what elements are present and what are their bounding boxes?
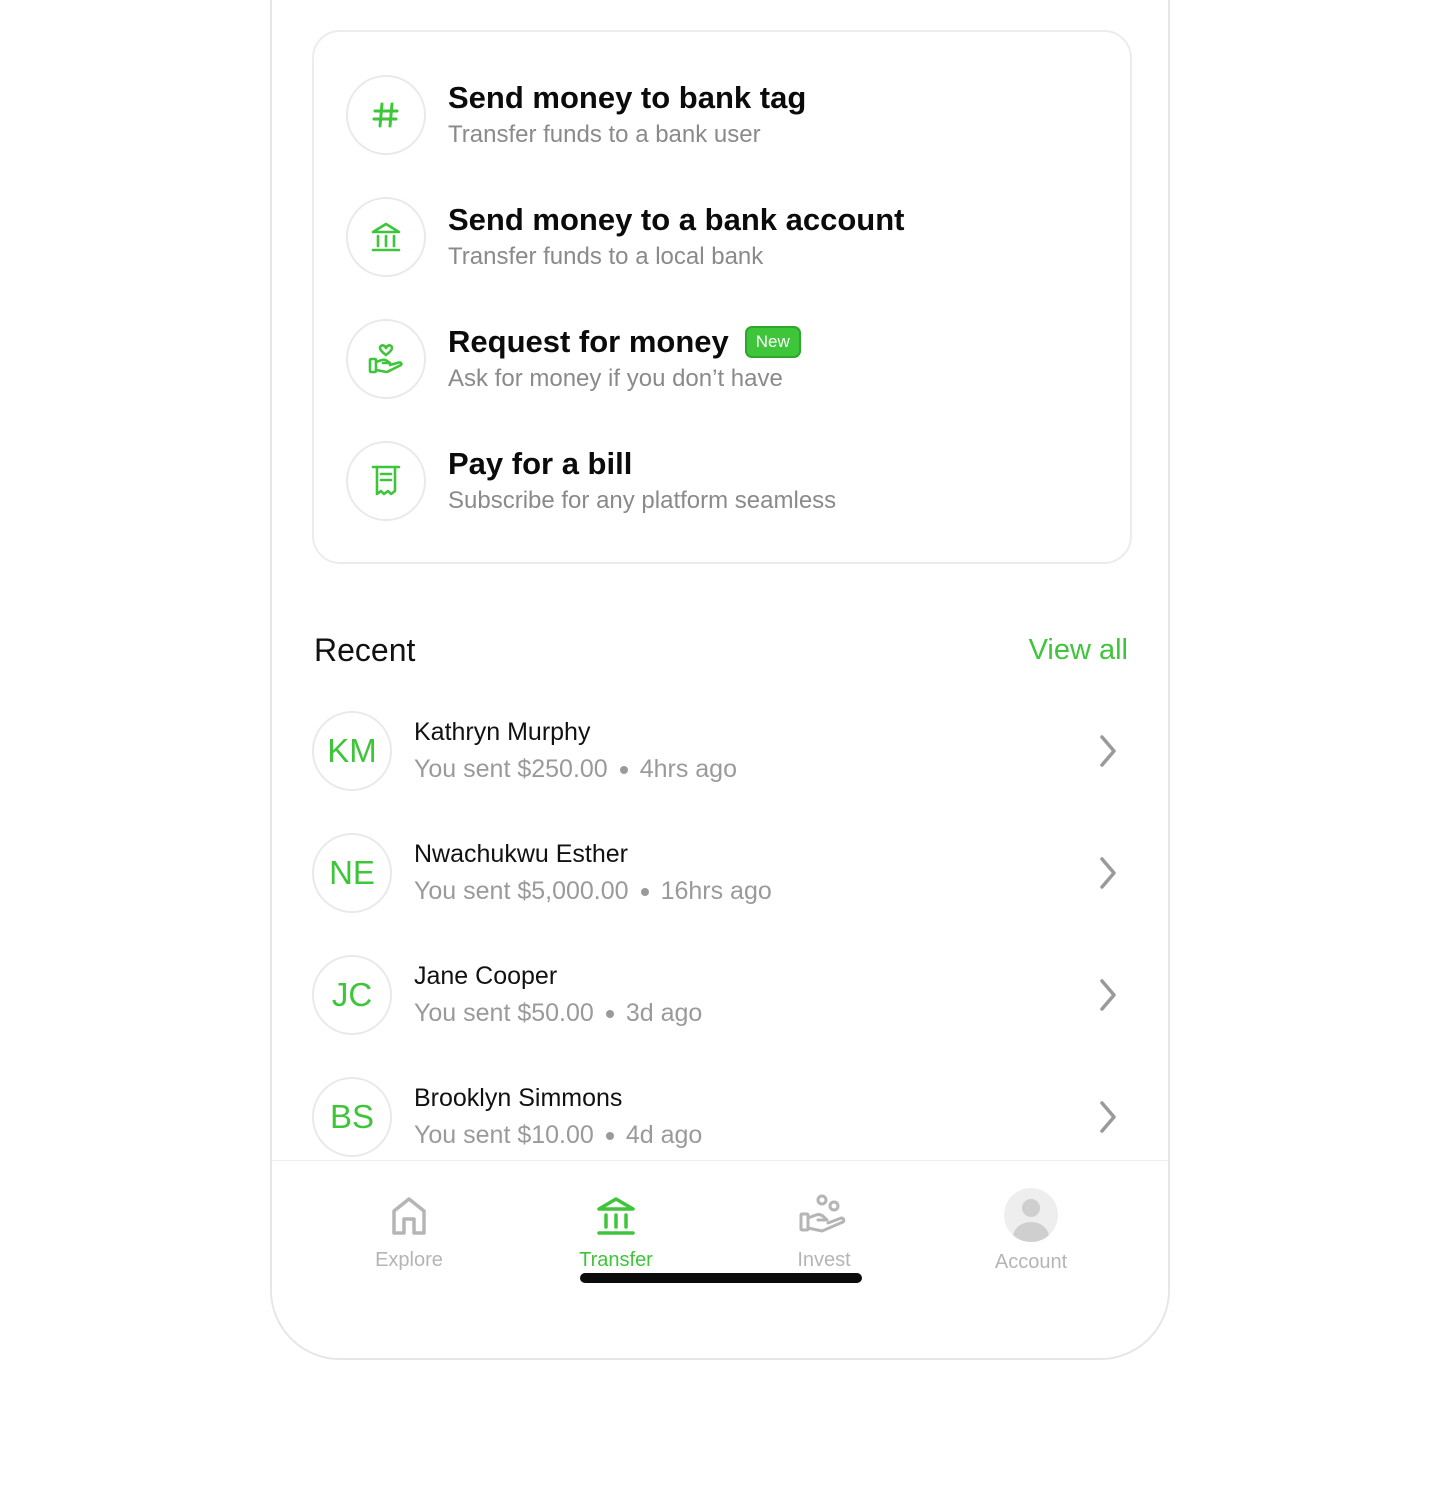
hash-icon bbox=[346, 75, 426, 155]
chevron-right-icon[interactable] bbox=[1096, 854, 1120, 892]
home-icon bbox=[389, 1191, 429, 1241]
bottom-tab-bar: Explore Transfer Invest Account bbox=[272, 1160, 1168, 1358]
user-avatar-icon bbox=[1003, 1187, 1059, 1243]
recent-transaction-row[interactable]: KM Kathryn Murphy You sent $250.00 4hrs a… bbox=[312, 710, 1132, 792]
transaction-amount: You sent $250.00 bbox=[414, 755, 608, 783]
tab-explore[interactable]: Explore bbox=[309, 1161, 509, 1291]
send-to-bank-tag-option[interactable]: Send money to bank tag Transfer funds to… bbox=[346, 74, 1086, 156]
transaction-meta: You sent $5,000.00 16hrs ago bbox=[414, 874, 772, 908]
transaction-amount: You sent $50.00 bbox=[414, 999, 594, 1027]
recent-transaction-row[interactable]: JC Jane Cooper You sent $50.00 3d ago bbox=[312, 954, 1132, 1036]
separator-dot bbox=[605, 1132, 614, 1141]
receipt-icon bbox=[346, 441, 426, 521]
chevron-right-icon[interactable] bbox=[1096, 732, 1120, 770]
hand-coins-icon bbox=[798, 1191, 850, 1241]
chevron-right-icon[interactable] bbox=[1096, 1098, 1120, 1136]
transaction-amount: You sent $5,000.00 bbox=[414, 877, 629, 905]
initials-avatar: BS bbox=[312, 1077, 392, 1157]
tab-label: Invest bbox=[797, 1249, 851, 1271]
recent-transaction-row[interactable]: BS Brooklyn Simmons You sent $10.00 4d ag… bbox=[312, 1076, 1132, 1158]
initials-avatar: JC bbox=[312, 955, 392, 1035]
pay-bill-option[interactable]: Pay for a bill Subscribe for any platfor… bbox=[346, 440, 1086, 522]
transaction-amount: You sent $10.00 bbox=[414, 1121, 594, 1149]
recent-heading: Recent bbox=[314, 632, 416, 668]
tab-account[interactable]: Account bbox=[931, 1161, 1131, 1291]
transaction-meta: You sent $10.00 4d ago bbox=[414, 1118, 702, 1152]
transaction-meta: You sent $250.00 4hrs ago bbox=[414, 752, 737, 786]
recipient-name: Jane Cooper bbox=[414, 962, 558, 990]
home-indicator bbox=[580, 1273, 862, 1283]
bank-icon bbox=[346, 197, 426, 277]
transaction-meta: You sent $50.00 3d ago bbox=[414, 996, 702, 1030]
recipient-name: Kathryn Murphy bbox=[414, 718, 591, 746]
hand-heart-icon bbox=[346, 319, 426, 399]
option-title: Pay for a bill bbox=[448, 446, 633, 481]
request-money-option[interactable]: Request for money New Ask for money if y… bbox=[346, 318, 1086, 400]
tab-invest[interactable]: Invest bbox=[724, 1161, 924, 1291]
recipient-name: Brooklyn Simmons bbox=[414, 1084, 623, 1112]
option-title: Send money to bank tag bbox=[448, 80, 807, 115]
transfer-options-card: Send money to bank tag Transfer funds to… bbox=[312, 30, 1132, 564]
transaction-time: 3d ago bbox=[625, 999, 703, 1027]
chevron-right-icon[interactable] bbox=[1096, 976, 1120, 1014]
recent-transaction-row[interactable]: NE Nwachukwu Esther You sent $5,000.00 16… bbox=[312, 832, 1132, 914]
initials-avatar: KM bbox=[312, 711, 392, 791]
view-all-link[interactable]: View all bbox=[1029, 630, 1128, 670]
option-subtitle: Transfer funds to a bank user bbox=[448, 121, 761, 148]
new-badge: New bbox=[744, 326, 801, 358]
option-subtitle: Transfer funds to a local bank bbox=[448, 243, 764, 270]
initials-avatar: NE bbox=[312, 833, 392, 913]
tab-label: Explore bbox=[375, 1249, 443, 1271]
bank-icon bbox=[595, 1191, 637, 1241]
separator-dot bbox=[605, 1010, 614, 1019]
option-subtitle: Subscribe for any platform seamless bbox=[448, 487, 837, 514]
tab-label: Account bbox=[994, 1251, 1068, 1273]
transaction-time: 16hrs ago bbox=[660, 877, 772, 905]
recipient-name: Nwachukwu Esther bbox=[414, 840, 628, 868]
transaction-time: 4d ago bbox=[625, 1121, 703, 1149]
phone-frame: Send money to bank tag Transfer funds to… bbox=[270, 0, 1170, 1360]
option-title: Send money to a bank account bbox=[448, 202, 905, 237]
transaction-time: 4hrs ago bbox=[639, 755, 737, 783]
separator-dot bbox=[640, 888, 649, 897]
send-to-bank-account-option[interactable]: Send money to a bank account Transfer fu… bbox=[346, 196, 1086, 278]
option-subtitle: Ask for money if you don’t have bbox=[448, 365, 783, 392]
tab-label: Transfer bbox=[579, 1249, 653, 1271]
separator-dot bbox=[619, 766, 628, 775]
option-title: Request for money bbox=[448, 324, 729, 359]
tab-transfer[interactable]: Transfer bbox=[516, 1161, 716, 1291]
